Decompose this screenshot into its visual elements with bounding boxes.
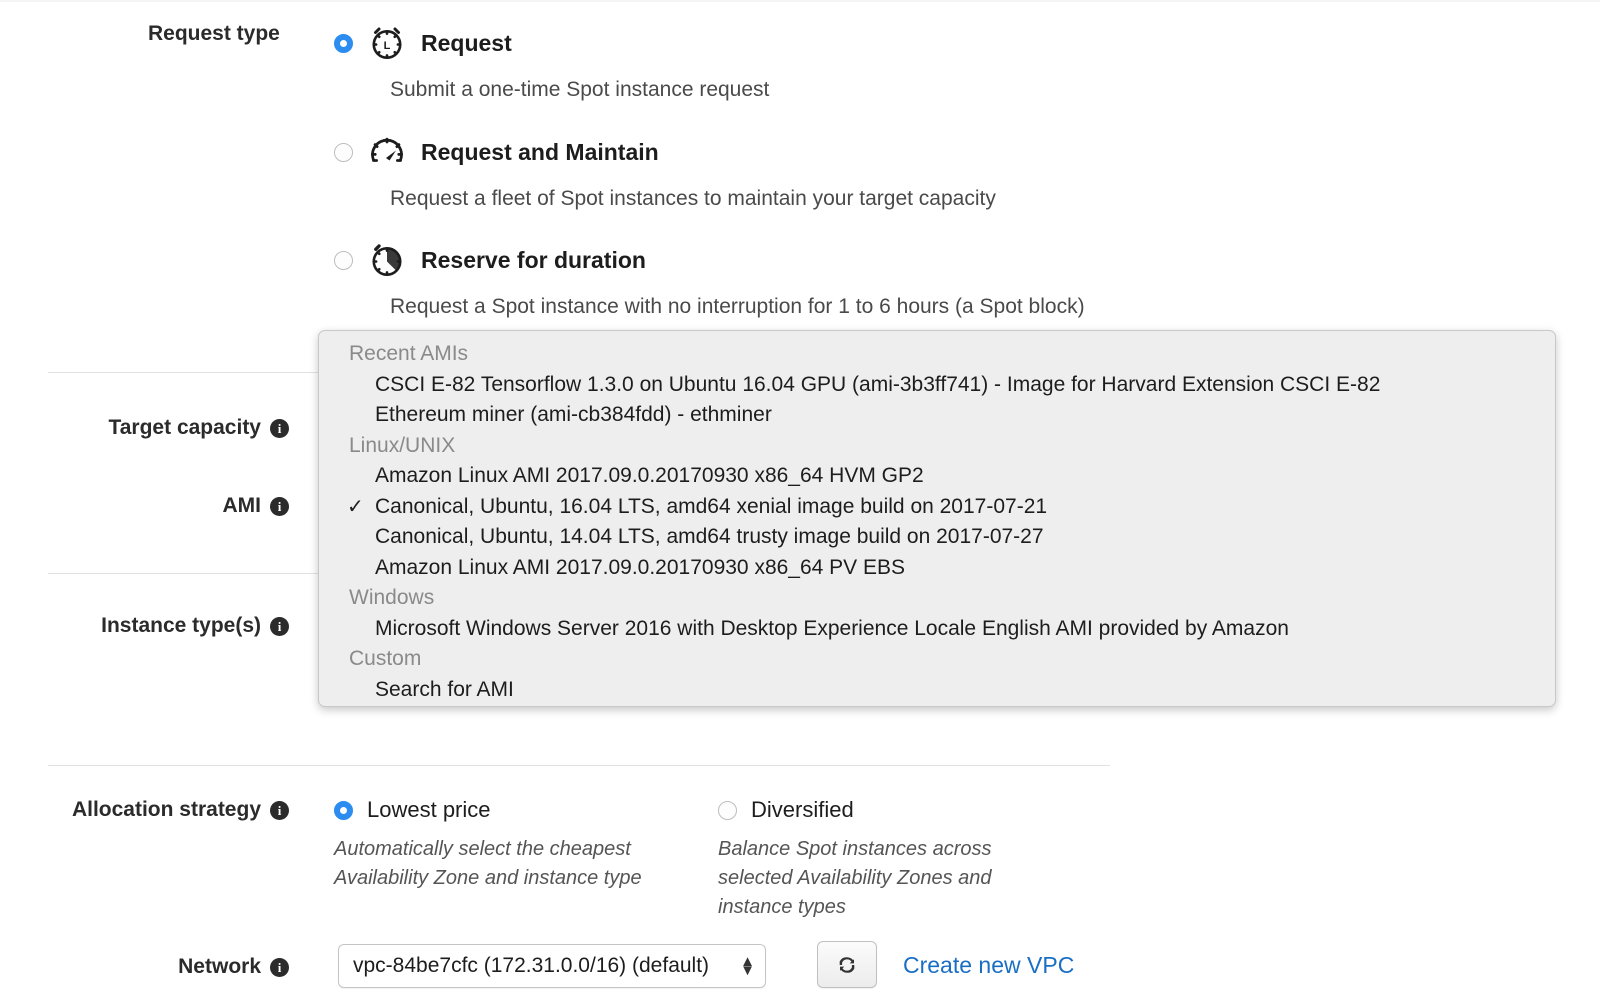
- instance-types-label: Instance type(s) i: [101, 614, 289, 638]
- svg-text:L: L: [384, 40, 391, 52]
- radio-lowest-price[interactable]: [334, 800, 353, 820]
- request-type-option-request[interactable]: L Request Submit a one-time Spot instanc…: [334, 22, 769, 102]
- option-desc-request: Submit a one-time Spot instance request: [390, 78, 770, 101]
- dropdown-item-search-for-ami[interactable]: Search for AMI: [319, 675, 1555, 706]
- dropdown-item-label: CSCI E-82 Tensorflow 1.3.0 on Ubuntu 16.…: [375, 372, 1381, 396]
- dropdown-group-label: Linux/UNIX: [349, 433, 456, 457]
- dropdown-item[interactable]: Amazon Linux AMI 2017.09.0.20170930 x86_…: [319, 553, 1555, 584]
- dropdown-item-label: Ethereum miner (ami-cb384fdd) - ethminer: [375, 403, 772, 426]
- ami-label-text: AMI: [222, 494, 262, 517]
- instance-types-row: Instance type(s) i: [84, 614, 289, 638]
- dropdown-group-label: Recent AMIs: [349, 342, 469, 365]
- radio-reserve-for-duration[interactable]: [334, 250, 353, 270]
- target-capacity-label: Target capacity i: [108, 416, 289, 440]
- request-type-option-request-and-maintain[interactable]: Request and Maintain Request a fleet of …: [334, 131, 996, 211]
- allocation-option-diversified[interactable]: Diversified Balance Spot instances acros…: [718, 797, 1028, 922]
- request-type-label-row: Request type: [148, 22, 280, 46]
- dropdown-item-selected[interactable]: ✓ Canonical, Ubuntu, 16.04 LTS, amd64 xe…: [319, 492, 1555, 523]
- dropdown-item[interactable]: Microsoft Windows Server 2016 with Deskt…: [319, 614, 1555, 645]
- network-row: Network i: [110, 955, 289, 979]
- option-desc-reserve-for-duration: Request a Spot instance with no interrup…: [390, 295, 1085, 318]
- request-type-option-reserve-for-duration[interactable]: Reserve for duration Request a Spot inst…: [334, 239, 1085, 319]
- info-icon[interactable]: i: [270, 800, 289, 820]
- option-title-reserve-for-duration: Reserve for duration: [421, 246, 646, 273]
- dropdown-item-label: Canonical, Ubuntu, 14.04 LTS, amd64 trus…: [375, 525, 1044, 548]
- allocation-option-label: Lowest price: [367, 797, 491, 822]
- dropdown-item[interactable]: CSCI E-82 Tensorflow 1.3.0 on Ubuntu 16.…: [319, 370, 1555, 401]
- ami-dropdown-menu[interactable]: Recent AMIs CSCI E-82 Tensorflow 1.3.0 o…: [318, 330, 1556, 707]
- refresh-icon: [835, 953, 859, 977]
- gauge-icon: [366, 131, 408, 173]
- request-type-label: Request type: [148, 22, 280, 46]
- target-capacity-label-text: Target capacity: [108, 416, 261, 439]
- request-type-label-text: Request type: [148, 22, 280, 45]
- network-label: Network i: [178, 955, 289, 979]
- dropdown-item-label: Microsoft Windows Server 2016 with Deskt…: [375, 616, 1289, 640]
- dropdown-item-label: Canonical, Ubuntu, 16.04 LTS, amd64 xeni…: [375, 494, 1048, 518]
- network-select[interactable]: vpc-84be7cfc (172.31.0.0/16) (default) ▲…: [338, 944, 766, 988]
- dropdown-item-label: Amazon Linux AMI 2017.09.0.20170930 x86_…: [375, 464, 924, 487]
- radio-request-and-maintain[interactable]: [334, 142, 353, 162]
- info-icon[interactable]: i: [270, 496, 289, 516]
- allocation-option-description: Balance Spot instances across selected A…: [718, 838, 992, 918]
- allocation-strategy-row: Allocation strategy i: [52, 798, 289, 822]
- divider-3: [48, 765, 1110, 766]
- stepper-arrows-icon[interactable]: ▲ ▼: [740, 953, 755, 978]
- radio-request[interactable]: [334, 33, 353, 53]
- ami-label: AMI i: [222, 494, 289, 518]
- checkmark-icon: ✓: [347, 495, 364, 518]
- network-label-text: Network: [178, 955, 261, 978]
- info-icon[interactable]: i: [270, 957, 289, 977]
- allocation-strategy-label: Allocation strategy i: [72, 798, 289, 822]
- allocation-strategy-label-text: Allocation strategy: [71, 798, 261, 821]
- ami-row: AMI i: [84, 494, 289, 518]
- allocation-option-label: Diversified: [751, 797, 854, 822]
- dropdown-item[interactable]: Amazon Linux AMI 2017.09.0.20170930 x86_…: [319, 461, 1555, 492]
- radio-diversified[interactable]: [718, 800, 737, 820]
- dropdown-item[interactable]: Canonical, Ubuntu, 14.04 LTS, amd64 trus…: [319, 522, 1555, 553]
- dropdown-item[interactable]: Ethereum miner (ami-cb384fdd) - ethminer: [319, 400, 1555, 431]
- target-capacity-row: Target capacity i: [84, 416, 289, 440]
- top-edge-hairline: [0, 0, 1600, 2]
- dropdown-item-label: Search for AMI: [375, 677, 514, 701]
- stopwatch-icon: [366, 239, 408, 281]
- option-title-request: Request: [421, 29, 512, 56]
- option-title-request-and-maintain: Request and Maintain: [421, 138, 659, 165]
- instance-types-label-text: Instance type(s): [101, 614, 261, 637]
- info-icon[interactable]: i: [270, 616, 289, 636]
- option-desc-request-and-maintain: Request a fleet of Spot instances to mai…: [390, 187, 996, 210]
- dropdown-group-label: Custom: [349, 647, 422, 670]
- allocation-option-description: Automatically select the cheapest Availa…: [334, 838, 642, 889]
- alarm-clock-icon: L: [366, 22, 408, 64]
- create-new-vpc-link[interactable]: Create new VPC: [903, 952, 1074, 979]
- dropdown-item-label: Amazon Linux AMI 2017.09.0.20170930 x86_…: [375, 555, 906, 579]
- network-select-value: vpc-84be7cfc (172.31.0.0/16) (default): [353, 954, 710, 977]
- refresh-network-button[interactable]: [817, 941, 877, 988]
- info-icon[interactable]: i: [270, 418, 289, 438]
- allocation-option-lowest-price[interactable]: Lowest price Automatically select the ch…: [334, 797, 664, 893]
- dropdown-group-label: Windows: [349, 586, 435, 609]
